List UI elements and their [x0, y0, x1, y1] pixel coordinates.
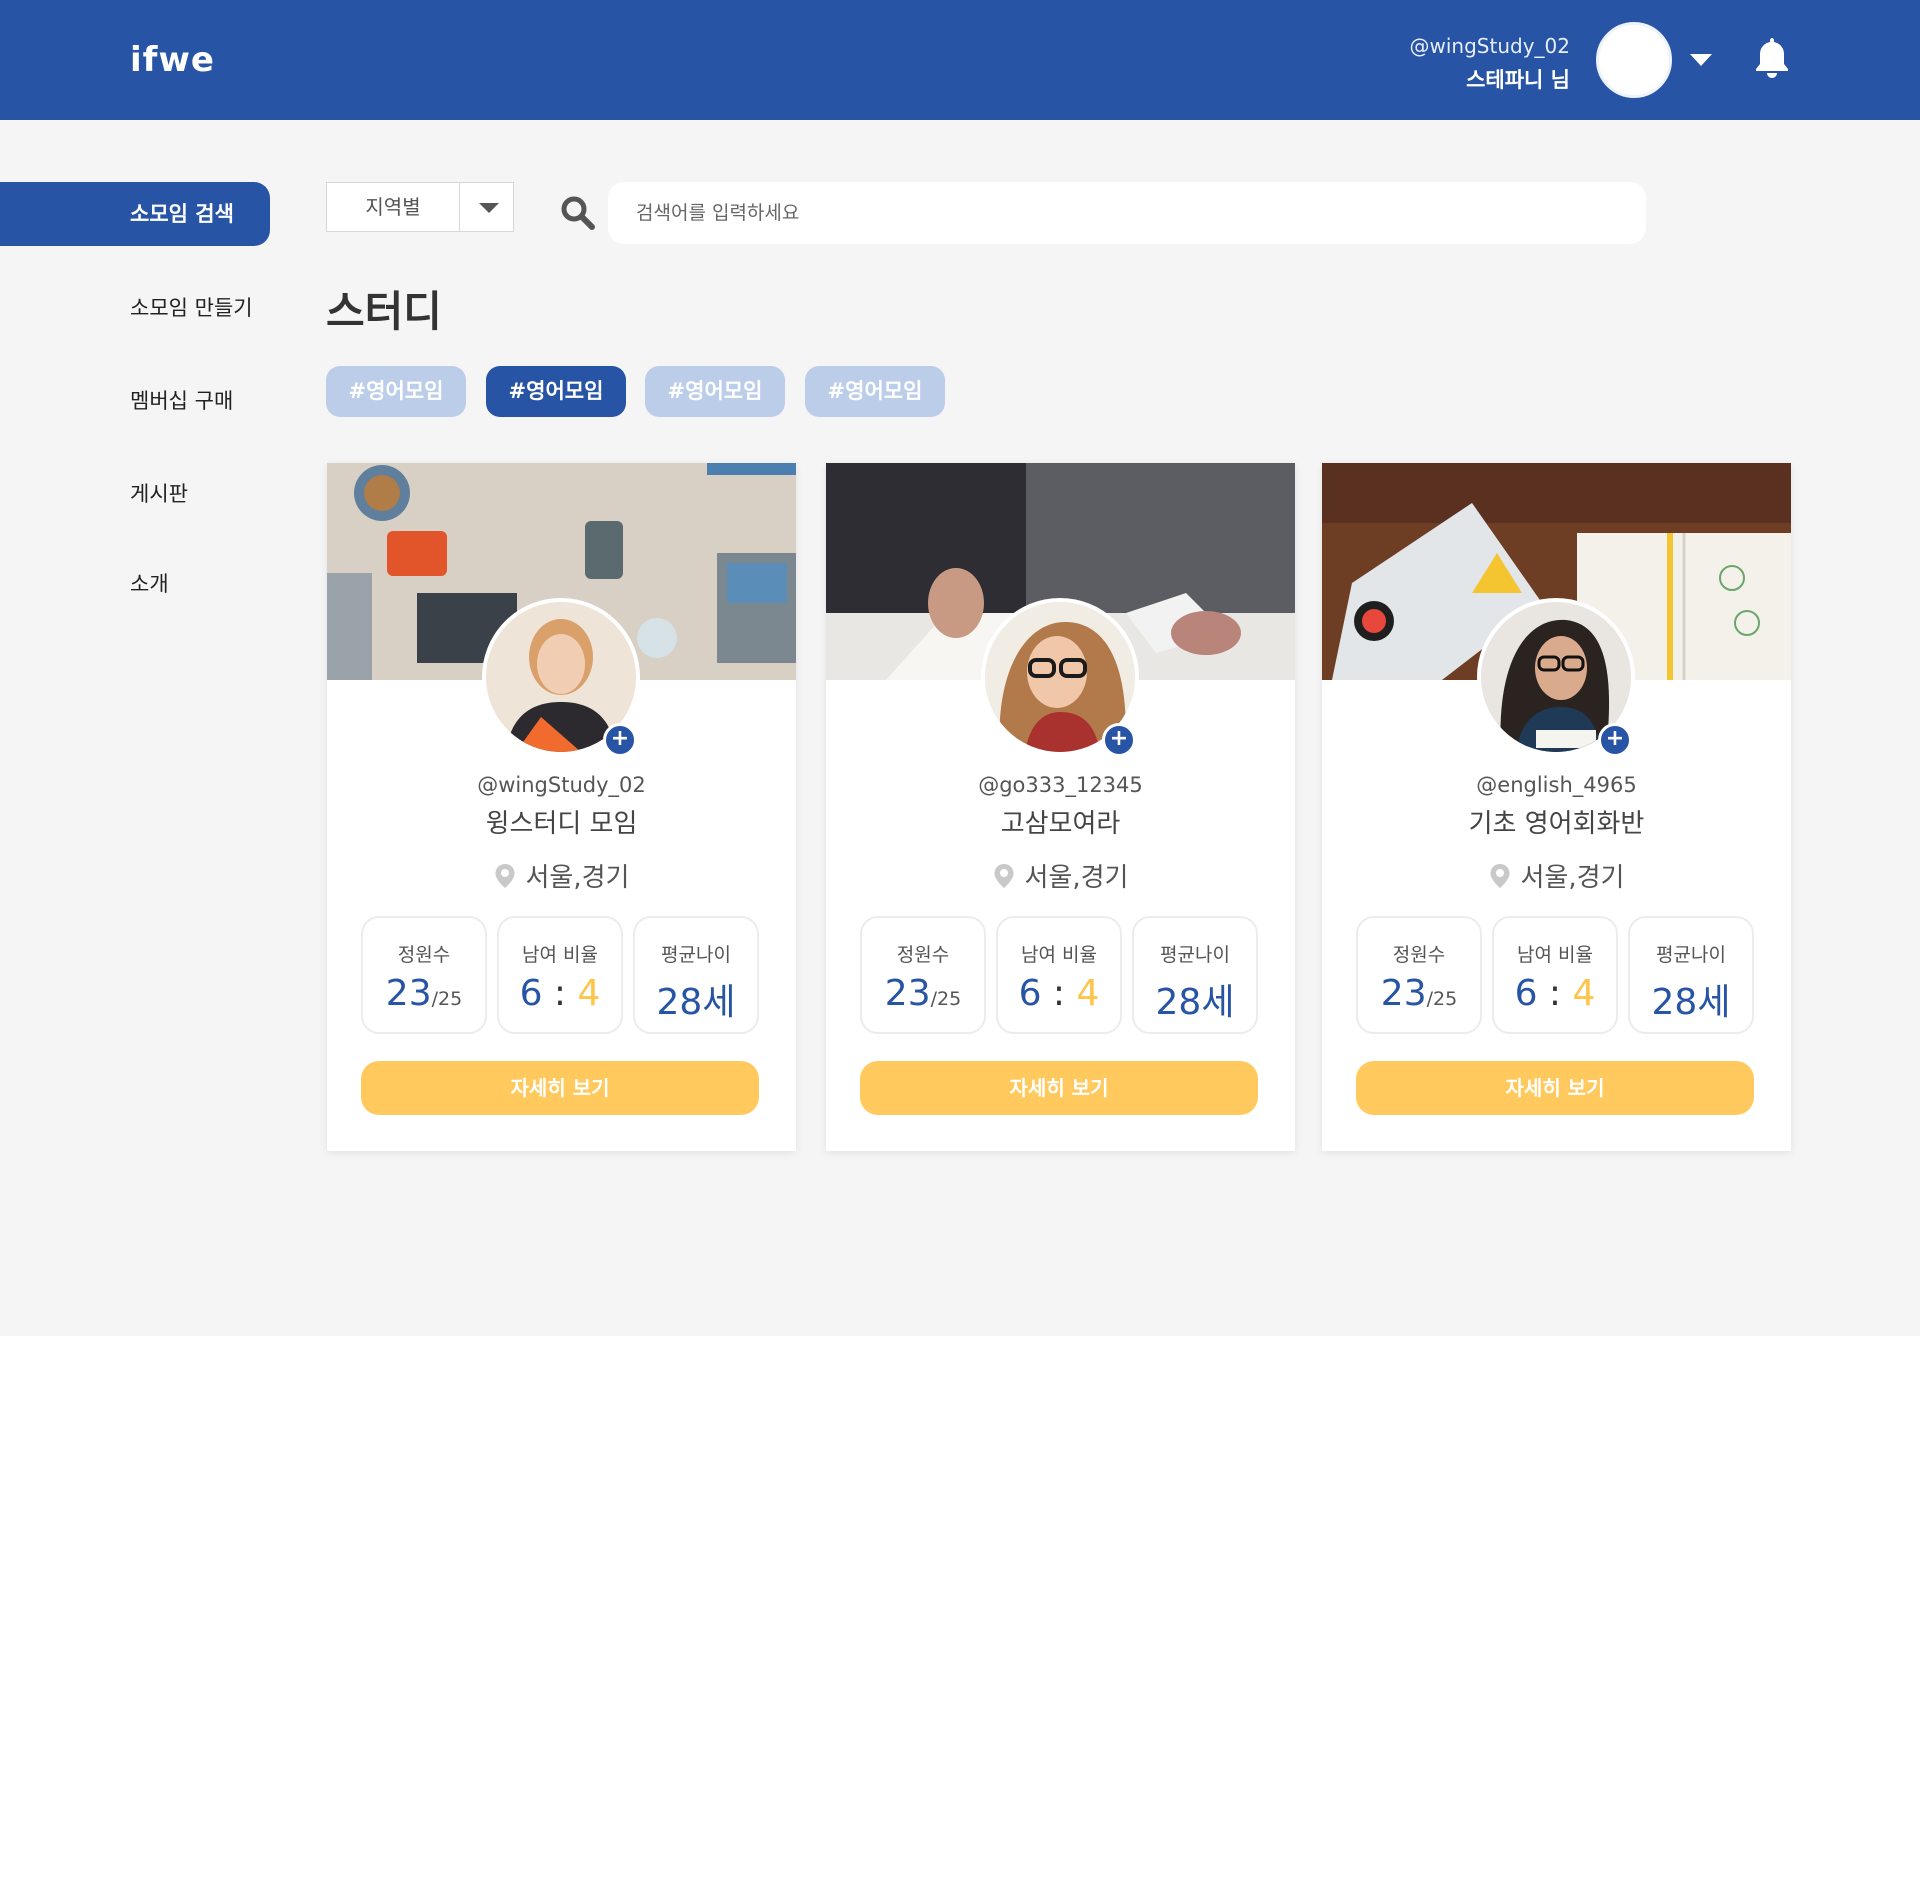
stat-label: 정원수: [896, 944, 950, 966]
stat-average-age: 평균나이 28세: [633, 916, 759, 1034]
stat-value: 23/25: [1358, 973, 1480, 1014]
card-group-name: 기초 영어회화반: [1468, 809, 1645, 839]
search-icon[interactable]: [560, 195, 596, 231]
tag-filter[interactable]: #영어모임: [486, 366, 626, 417]
stat-value: 6 : 4: [998, 973, 1120, 1014]
group-card[interactable]: + @go333_12345 고삼모여라 서울,경기 정원수 23/25 남여 …: [826, 463, 1295, 1151]
stat-value: 28세: [656, 982, 736, 1023]
member-capacity: /25: [930, 988, 962, 1010]
ratio-separator: :: [553, 973, 567, 1014]
sidebar-item-create-group[interactable]: 소모임 만들기: [0, 276, 270, 340]
member-capacity: /25: [1426, 988, 1458, 1010]
stat-value: 6 : 4: [499, 973, 621, 1014]
search-input[interactable]: [608, 182, 1646, 244]
sidebar-item-membership[interactable]: 멤버십 구매: [0, 369, 270, 433]
logo[interactable]: ifwe: [130, 40, 215, 80]
add-group-button[interactable]: +: [1598, 723, 1632, 757]
stat-gender-ratio: 남여 비율 6 : 4: [1492, 916, 1618, 1034]
stat-label: 남여 비율: [522, 944, 598, 966]
stat-value: 23/25: [862, 973, 984, 1014]
page-title: 스터디: [326, 287, 442, 336]
stat-members: 정원수 23/25: [860, 916, 986, 1034]
top-header: ifwe @wingStudy_02 스테파니 님: [0, 0, 1920, 120]
card-handle: @go333_12345: [978, 773, 1143, 797]
stat-value: 23/25: [363, 973, 485, 1014]
stat-gender-ratio: 남여 비율 6 : 4: [996, 916, 1122, 1034]
view-details-button[interactable]: 자세히 보기: [361, 1061, 759, 1115]
group-card[interactable]: + @english_4965 기초 영어회화반 서울,경기 정원수 23/25…: [1322, 463, 1791, 1151]
chevron-down-icon: [479, 203, 499, 213]
location-pin-icon: [994, 864, 1014, 888]
sidebar-item-board[interactable]: 게시판: [0, 462, 270, 526]
stat-label: 정원수: [397, 944, 451, 966]
stat-members: 정원수 23/25: [1356, 916, 1482, 1034]
stat-members: 정원수 23/25: [361, 916, 487, 1034]
stat-gender-ratio: 남여 비율 6 : 4: [497, 916, 623, 1034]
stat-value: 6 : 4: [1494, 973, 1616, 1014]
ratio-male: 6: [1018, 973, 1042, 1014]
region-select[interactable]: 지역별: [326, 182, 514, 232]
add-group-button[interactable]: +: [603, 723, 637, 757]
user-handle: @wingStudy_02: [1409, 34, 1570, 58]
location-text: 서울,경기: [1520, 863, 1625, 893]
stat-value: 28세: [1651, 982, 1731, 1023]
member-count: 23: [1380, 973, 1427, 1014]
location-pin-icon: [495, 864, 515, 888]
card-location: 서울,경기: [826, 857, 1295, 894]
card-group-name: 윙스터디 모임: [485, 809, 638, 839]
group-card[interactable]: + @wingStudy_02 윙스터디 모임 서울,경기 정원수 23/25 …: [327, 463, 796, 1151]
tag-filter[interactable]: #영어모임: [645, 366, 785, 417]
ratio-male: 6: [1514, 973, 1538, 1014]
add-group-button[interactable]: +: [1102, 723, 1136, 757]
tag-filter[interactable]: #영어모임: [805, 366, 945, 417]
bell-icon[interactable]: [1754, 36, 1790, 80]
ratio-male: 6: [519, 973, 543, 1014]
ratio-female: 4: [1572, 973, 1596, 1014]
location-pin-icon: [1490, 864, 1510, 888]
stat-label: 남여 비율: [1021, 944, 1097, 966]
stat-label: 남여 비율: [1517, 944, 1593, 966]
view-details-button[interactable]: 자세히 보기: [860, 1061, 1258, 1115]
member-count: 23: [884, 973, 931, 1014]
chevron-down-icon[interactable]: [1690, 54, 1712, 66]
avatar[interactable]: [1596, 22, 1672, 98]
stat-label: 평균나이: [1160, 944, 1230, 966]
ratio-separator: :: [1548, 973, 1562, 1014]
sidebar-item-search-groups[interactable]: 소모임 검색: [0, 182, 270, 246]
member-capacity: /25: [431, 988, 463, 1010]
card-handle: @english_4965: [1476, 773, 1637, 797]
region-select-label: 지역별: [327, 183, 460, 231]
ratio-female: 4: [577, 973, 601, 1014]
ratio-separator: :: [1052, 973, 1066, 1014]
ratio-female: 4: [1076, 973, 1100, 1014]
member-count: 23: [385, 973, 432, 1014]
stat-label: 평균나이: [661, 944, 731, 966]
card-group-name: 고삼모여라: [1000, 809, 1121, 839]
stat-average-age: 평균나이 28세: [1628, 916, 1754, 1034]
stat-value: 28세: [1155, 982, 1235, 1023]
tag-filter[interactable]: #영어모임: [326, 366, 466, 417]
stat-average-age: 평균나이 28세: [1132, 916, 1258, 1034]
sidebar-item-about[interactable]: 소개: [0, 552, 270, 616]
location-text: 서울,경기: [525, 863, 630, 893]
card-handle: @wingStudy_02: [477, 773, 646, 797]
stat-label: 정원수: [1392, 944, 1446, 966]
card-location: 서울,경기: [1322, 857, 1791, 894]
user-name: 스테파니 님: [1466, 68, 1570, 92]
view-details-button[interactable]: 자세히 보기: [1356, 1061, 1754, 1115]
location-text: 서울,경기: [1024, 863, 1129, 893]
stat-label: 평균나이: [1656, 944, 1726, 966]
card-location: 서울,경기: [327, 857, 796, 894]
